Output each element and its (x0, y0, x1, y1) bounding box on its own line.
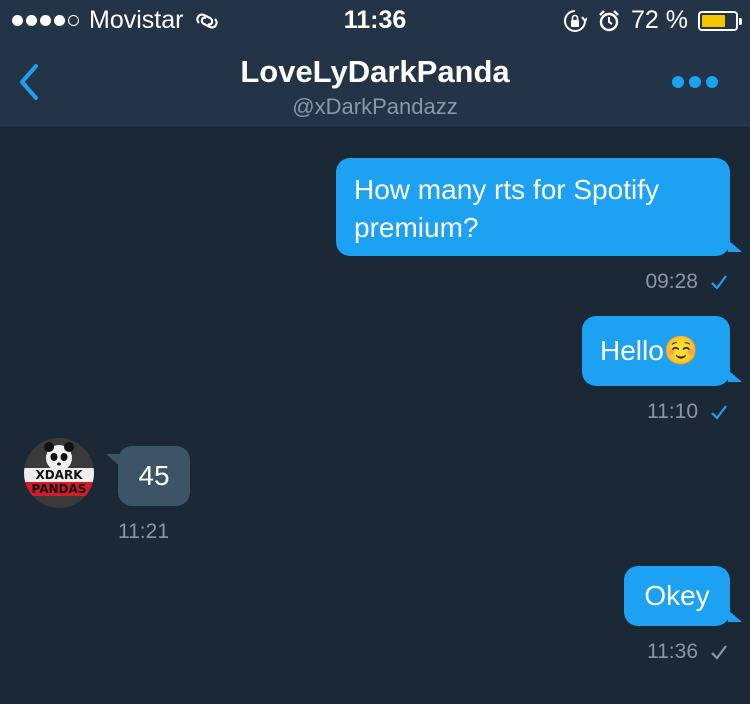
more-dots-icon (672, 76, 684, 88)
avatar-text-bottom: PANDAS (32, 482, 87, 496)
avatar[interactable]: XDARK PANDAS (24, 438, 94, 508)
battery-percent: 72 % (631, 6, 688, 34)
avatar-text-top: XDARK (35, 468, 83, 482)
message-text: 45 (138, 460, 170, 491)
battery-level (702, 14, 726, 27)
message-bubble-outgoing[interactable]: Hello☺️ (582, 316, 742, 386)
read-check-icon (711, 275, 727, 290)
message-bubble-outgoing[interactable]: How many rts for Spotify premium? (336, 158, 742, 256)
message-text: How many rts for Spotify (354, 174, 659, 205)
message-text: Hello☺️ (600, 335, 699, 366)
message-time: 11:21 (118, 520, 169, 543)
message-time: 11:10 (647, 400, 698, 423)
message-meta: 11:21 (118, 520, 169, 544)
message-bubble-incoming[interactable]: 45 (106, 446, 190, 506)
message-text: premium? (354, 212, 479, 243)
status-bar: Movistar 11:36 72 % (0, 0, 750, 40)
message-bubble-outgoing[interactable]: Okey (624, 566, 742, 626)
dm-conversation-screen: Movistar 11:36 72 % LoveLyDarkPanda @xDa… (0, 0, 750, 704)
panda-avatar-image: XDARK PANDAS (24, 438, 94, 508)
message-text: Okey (644, 580, 710, 611)
sent-check-icon (711, 645, 727, 660)
message-time: 09:28 (645, 270, 698, 293)
message-meta: 09:28 (645, 270, 728, 294)
rotation-lock-icon (564, 9, 588, 32)
read-check-icon (711, 405, 727, 420)
battery-icon (698, 10, 742, 31)
message-meta: 11:10 (647, 400, 728, 424)
alarm-icon (599, 9, 619, 31)
contact-name[interactable]: LoveLyDarkPanda (0, 54, 750, 90)
message-time: 11:36 (647, 640, 698, 663)
status-right: 72 % (563, 6, 742, 35)
contact-handle: @xDarkPandazz (292, 94, 458, 119)
more-options-button[interactable] (672, 76, 718, 88)
message-meta: 11:36 (647, 640, 728, 664)
conversation-header: LoveLyDarkPanda @xDarkPandazz (0, 40, 750, 128)
